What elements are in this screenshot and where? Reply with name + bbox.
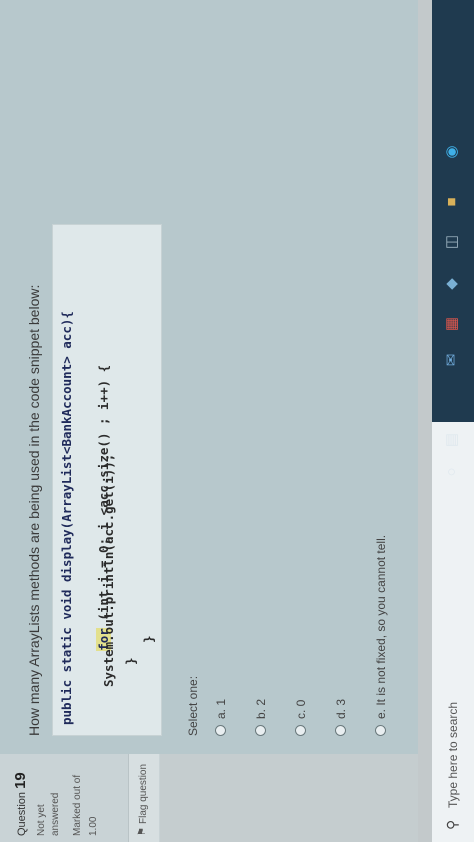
search-icon: ⚲ <box>444 819 460 830</box>
code-snippet: public static void display(ArrayList<Ban… <box>52 224 162 736</box>
search-placeholder: Type here to search <box>446 701 460 808</box>
marked-value: 1.00 <box>88 816 99 836</box>
code-line-3: System.out.println(acc.get(i)); <box>101 453 116 687</box>
edge-browser-icon[interactable]: ◉ <box>442 142 462 162</box>
flag-icon: ⚑ <box>137 827 148 836</box>
calendar-icon[interactable]: ▦ <box>442 314 462 334</box>
marked-label: Marked out of <box>72 774 83 836</box>
code-line-5: } <box>141 635 156 643</box>
code-line-4: } <box>123 657 138 665</box>
code-line-1: public static void display(ArrayList<Ban… <box>59 311 74 725</box>
store-icon[interactable]: ◆ <box>442 274 462 294</box>
option-c[interactable]: c. 0 <box>294 700 308 736</box>
option-c-label: c. 0 <box>294 699 308 719</box>
question-prefix: Question <box>16 791 28 836</box>
task-view-icon[interactable]: ▤ <box>442 430 462 450</box>
status-line-2: answered <box>50 792 61 836</box>
status-line-1: Not yet <box>36 804 47 836</box>
taskbar: ⚲ Type here to search ○ ▤ ✉ ▦ ◆ ◫ ■ ◉ <box>432 0 474 842</box>
question-card: How many ArrayLists methods are being us… <box>0 0 418 754</box>
option-e[interactable]: e. It is not fixed, so you cannot tell. <box>374 535 388 736</box>
option-a-label: a. 1 <box>214 698 228 719</box>
flag-question-button[interactable]: ⚑ Flag question <box>128 754 159 842</box>
radio-button-e[interactable] <box>375 725 386 736</box>
mail-icon[interactable]: ✉ <box>442 350 462 370</box>
option-b-label: b. 2 <box>254 698 268 719</box>
flag-question-label: Flag question <box>138 763 149 824</box>
option-d[interactable]: d. 3 <box>334 699 348 736</box>
option-e-label: e. It is not fixed, so you cannot tell. <box>374 534 388 719</box>
option-d-label: d. 3 <box>334 698 348 719</box>
taskbar-search-box[interactable]: ⚲ Type here to search <box>432 422 474 842</box>
question-number: Question 19 <box>12 772 29 836</box>
select-one-label: Select one: <box>186 675 200 736</box>
cortana-icon[interactable]: ○ <box>442 462 462 482</box>
option-b[interactable]: b. 2 <box>254 699 268 736</box>
app-icon[interactable]: ◫ <box>442 232 462 252</box>
radio-button-d[interactable] <box>335 725 346 736</box>
option-a[interactable]: a. 1 <box>214 699 228 736</box>
question-number-value: 19 <box>12 772 29 789</box>
question-info-panel: Question 19 Not yet answered Marked out … <box>0 753 160 842</box>
radio-button-a[interactable] <box>215 725 226 736</box>
radio-button-c[interactable] <box>295 725 306 736</box>
radio-button-b[interactable] <box>255 725 266 736</box>
question-text: How many ArrayLists methods are being us… <box>26 284 42 736</box>
file-explorer-icon[interactable]: ■ <box>442 192 462 212</box>
rotated-screen: Question 19 Not yet answered Marked out … <box>0 0 474 842</box>
page-bottom-strip <box>418 0 432 842</box>
